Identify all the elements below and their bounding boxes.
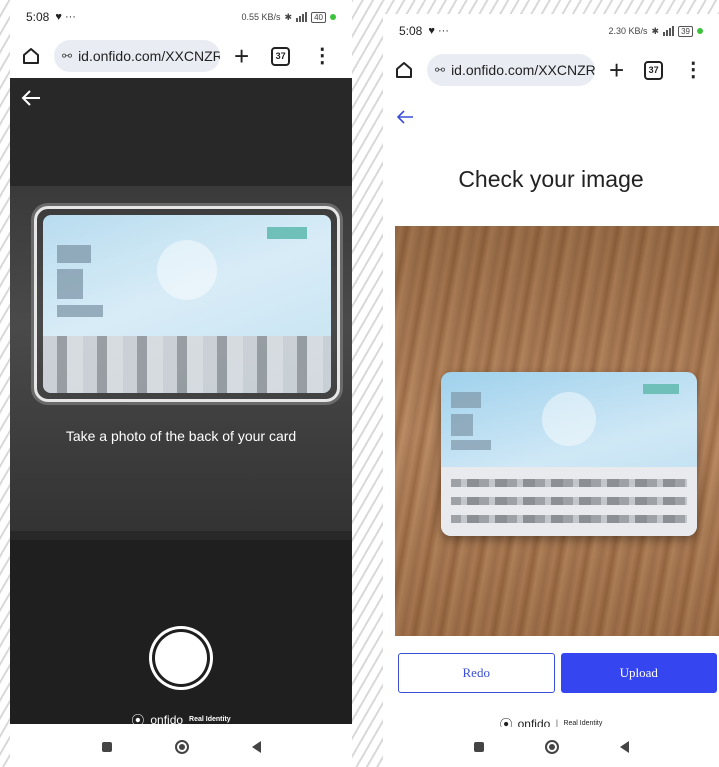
card-stripe: [643, 384, 679, 394]
nav-back-icon[interactable]: [619, 741, 629, 753]
url-text: id.onfido.com/XXCNZRC: [78, 48, 220, 64]
system-nav-bar: [383, 727, 719, 767]
active-indicator: [330, 14, 336, 20]
nav-home-icon[interactable]: [174, 740, 189, 754]
browser-menu-button[interactable]: ⋮: [312, 46, 332, 66]
net-speed: 2.30 KB/s: [608, 26, 648, 36]
bluetooth-icon: ✱: [651, 25, 660, 36]
card-emblem: [157, 239, 217, 300]
upload-button[interactable]: Upload: [560, 653, 717, 693]
browser-toolbar: ⚯ id.onfido.com/XXCNZRC + 37 ⋮: [383, 48, 719, 92]
card-emblem: [542, 391, 596, 446]
document-frame: [34, 206, 340, 402]
status-icons: 0.55 KB/s ✱ 40: [241, 11, 336, 23]
home-icon[interactable]: [20, 45, 42, 67]
net-speed: 0.55 KB/s: [241, 12, 281, 22]
capture-phone-screen: 5:08 ♥ ··· 0.55 KB/s ✱ 40 ⚯ id.onfido.co…: [10, 0, 352, 767]
battery-icon: 40: [311, 11, 326, 23]
new-tab-button[interactable]: +: [234, 43, 249, 69]
tab-switcher-button[interactable]: 37: [271, 46, 291, 66]
notification-icons: ♥ ···: [55, 11, 76, 23]
nav-home-icon[interactable]: [544, 740, 559, 754]
nav-recents-icon[interactable]: [473, 742, 484, 752]
camera-view: Take a photo of the back of your card ⦿ …: [10, 78, 352, 728]
card-mrz-zone: [441, 467, 697, 536]
tab-switcher-button[interactable]: 37: [644, 60, 664, 80]
card-stripe: [267, 227, 307, 239]
system-nav-bar: [10, 727, 352, 767]
notification-icons: ♥ ···: [428, 25, 449, 37]
card-mrz-zone: [43, 336, 331, 393]
card-redaction: [57, 269, 83, 299]
nav-recents-icon[interactable]: [101, 742, 112, 752]
bluetooth-icon: ✱: [284, 11, 293, 22]
back-arrow-icon[interactable]: [20, 88, 42, 108]
card-redaction: [57, 245, 91, 263]
status-time: 5:08: [26, 10, 50, 24]
page-title: Check your image: [458, 166, 644, 192]
card-redaction: [451, 414, 473, 436]
status-bar: 5:08 ♥ ··· 2.30 KB/s ✱ 39: [383, 14, 719, 48]
address-bar[interactable]: ⚯ id.onfido.com/XXCNZRC: [427, 54, 595, 86]
review-actions: Redo Upload: [398, 653, 717, 693]
id-card-photo: [441, 372, 697, 536]
tune-icon[interactable]: ⚯: [62, 49, 72, 63]
signal-icon: [663, 26, 675, 36]
new-tab-button[interactable]: +: [609, 57, 624, 83]
captured-photo: [395, 226, 719, 636]
shutter-button[interactable]: [155, 632, 207, 684]
address-bar[interactable]: ⚯ id.onfido.com/XXCNZRC: [54, 40, 220, 72]
onfido-logo-text: onfido: [150, 712, 184, 727]
status-bar: 5:08 ♥ ··· 0.55 KB/s ✱ 40: [10, 0, 352, 34]
card-redaction: [451, 440, 491, 450]
onfido-tagline: Real Identity: [563, 720, 603, 727]
battery-icon: 39: [678, 25, 693, 37]
tune-icon[interactable]: ⚯: [435, 63, 445, 77]
status-icons: 2.30 KB/s ✱ 39: [608, 25, 703, 37]
redo-button[interactable]: Redo: [398, 653, 555, 693]
back-arrow-icon[interactable]: [395, 108, 417, 128]
id-card-preview: [43, 215, 331, 393]
review-phone-screen: 5:08 ♥ ··· 2.30 KB/s ✱ 39 ⚯ id.onfido.co…: [383, 14, 719, 767]
capture-instruction: Take a photo of the back of your card: [65, 428, 297, 444]
active-indicator: [697, 28, 703, 34]
url-text: id.onfido.com/XXCNZRC: [451, 62, 595, 78]
onfido-tagline: Real Identity: [189, 716, 231, 723]
card-redaction: [57, 305, 103, 317]
signal-icon: [296, 12, 308, 22]
status-time: 5:08: [399, 24, 423, 38]
nav-back-icon[interactable]: [251, 741, 261, 753]
browser-menu-button[interactable]: ⋮: [683, 60, 703, 80]
browser-toolbar: ⚯ id.onfido.com/XXCNZRC + 37 ⋮: [10, 34, 352, 78]
home-icon[interactable]: [393, 59, 415, 81]
card-redaction: [451, 392, 481, 408]
